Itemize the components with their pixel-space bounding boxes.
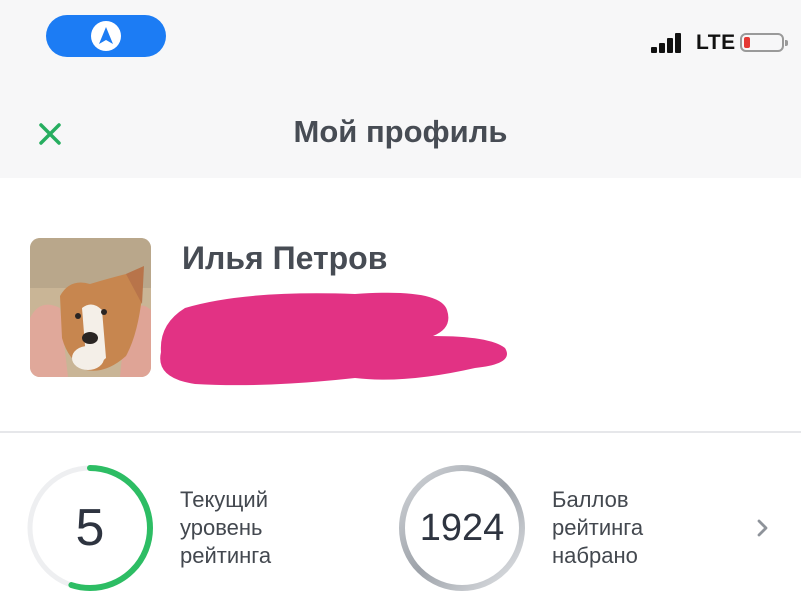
redacted-info xyxy=(160,292,507,386)
rating-level-value: 5 xyxy=(75,499,105,557)
rating-points-value: 1924 xyxy=(419,506,505,549)
status-bar: LTE xyxy=(0,0,801,78)
network-type: LTE xyxy=(696,31,736,54)
header: Мой профиль xyxy=(0,78,801,178)
rating-level-ring: 5 xyxy=(24,462,156,594)
page-title: Мой профиль xyxy=(293,114,508,149)
divider xyxy=(0,431,801,433)
avatar[interactable] xyxy=(30,238,151,377)
signal-bars-icon xyxy=(651,33,689,53)
navigation-indicator[interactable] xyxy=(46,15,166,57)
battery-icon xyxy=(740,33,788,52)
rating-level-label: Текущий уровень рейтинга xyxy=(180,487,272,568)
chevron-right-icon xyxy=(757,519,768,537)
more-button[interactable] xyxy=(754,514,772,542)
user-name: Илья Петров xyxy=(182,240,388,276)
rating-points-ring: 1924 xyxy=(396,462,528,594)
navigation-arrow-icon xyxy=(91,21,121,51)
rating-points-label: Баллов рейтинга набрано xyxy=(552,487,644,568)
